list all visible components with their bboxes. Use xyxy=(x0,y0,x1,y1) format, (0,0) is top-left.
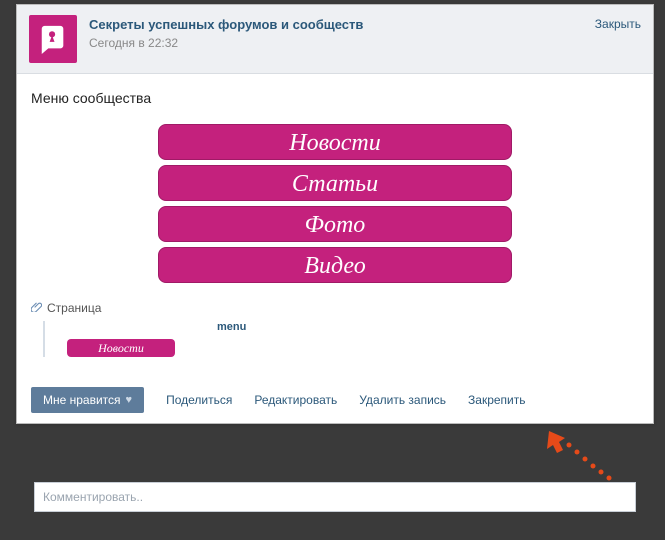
like-label: Мне нравится xyxy=(43,393,121,407)
menu-heading: Меню сообщества xyxy=(31,90,639,106)
preview-title: menu xyxy=(217,321,639,333)
post-actions: Мне нравится ♥ Поделиться Редактировать … xyxy=(31,387,639,413)
edit-link[interactable]: Редактировать xyxy=(254,393,337,407)
pin-link[interactable]: Закрепить xyxy=(468,393,525,407)
community-title[interactable]: Секреты успешных форумов и сообществ xyxy=(89,15,595,32)
close-button[interactable]: Закрыть xyxy=(595,15,641,31)
annotation-arrow-icon xyxy=(539,426,619,486)
share-link[interactable]: Поделиться xyxy=(166,393,232,407)
modal-header: Секреты успешных форумов и сообществ Сег… xyxy=(17,5,653,74)
community-avatar[interactable] xyxy=(29,15,77,63)
keyhole-icon xyxy=(38,24,68,54)
menu-item-video[interactable]: Видео xyxy=(158,247,512,283)
like-button[interactable]: Мне нравится ♥ xyxy=(31,387,144,413)
attachment-label: Страница xyxy=(47,301,101,315)
preview-thumbnail: Новости xyxy=(67,339,175,357)
paperclip-icon xyxy=(31,301,42,315)
comment-box xyxy=(34,482,636,512)
menu-item-articles[interactable]: Статьи xyxy=(158,165,512,201)
menu-buttons: Новости Статьи Фото Видео xyxy=(31,124,639,283)
post-timestamp: Сегодня в 22:32 xyxy=(89,36,595,50)
attachment-preview[interactable]: menu Новости xyxy=(43,321,639,357)
post-modal: Секреты успешных форумов и сообществ Сег… xyxy=(16,4,654,424)
delete-link[interactable]: Удалить запись xyxy=(359,393,446,407)
header-texts: Секреты успешных форумов и сообществ Сег… xyxy=(89,15,595,50)
menu-item-news[interactable]: Новости xyxy=(158,124,512,160)
comment-input[interactable] xyxy=(34,482,636,512)
modal-body: Меню сообщества Новости Статьи Фото Виде… xyxy=(17,74,653,423)
heart-icon: ♥ xyxy=(126,394,133,406)
attachment-row: Страница xyxy=(31,301,639,315)
menu-item-photo[interactable]: Фото xyxy=(158,206,512,242)
